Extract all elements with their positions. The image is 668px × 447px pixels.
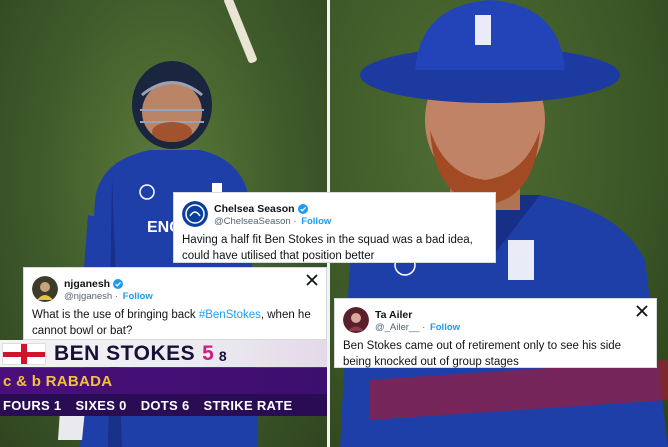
dots-value: 6 [181,397,190,413]
tweet-author-name[interactable]: Ta Ailer [375,309,412,321]
tweet-text: Ben Stokes came out of retirement only t… [343,340,622,368]
njganesh-avatar-icon[interactable] [32,275,58,302]
scorecard-balls: 8 [218,348,227,364]
fours-value: 1 [53,397,62,413]
ta-ailer-avatar-icon[interactable] [343,306,369,333]
verified-badge-icon [297,204,308,215]
tweet-header: Ta Ailer @_Ailer__ · Follow [343,305,648,334]
tweet-text-start: What is the use of bringing back [32,309,199,322]
tweet-text: What is the use of bringing back #BenSto… [32,308,318,339]
follow-button[interactable]: Follow [123,291,153,302]
scorecard-dismissal: c & b RABADA [0,368,327,394]
scorecard-player-name: BEN STOKES [54,341,196,365]
scorecard-stats: FOURS 1 SIXES 0 DOTS 6 STRIKE RATE [0,394,327,416]
tweet-handle[interactable]: @njganesh [64,291,112,302]
strike-rate-label: STRIKE RATE [203,397,293,413]
tweet-handle[interactable]: @_Ailer__ [375,322,420,333]
follow-button[interactable]: Follow [301,216,331,227]
sixes-label: SIXES [75,397,116,413]
tweet-header: njganesh @njganesh · Follow [32,274,318,303]
verified-badge-icon [113,279,124,290]
follow-button[interactable]: Follow [430,322,460,333]
tweet-card-chelsea-season[interactable]: Chelsea Season @ChelseaSeason · Follow H… [173,192,496,263]
fours-label: FOURS [3,397,50,413]
dots-label: DOTS [140,397,179,413]
tweet-card-njganesh[interactable]: njganesh @njganesh · Follow What is the … [23,267,327,340]
sixes-value: 0 [119,397,127,413]
tweet-header: Chelsea Season @ChelseaSeason · Follow [182,199,487,228]
tweet-author-name[interactable]: njganesh [64,278,124,290]
hashtag-link[interactable]: #BenStokes [199,309,261,321]
x-logo-icon[interactable] [306,274,318,286]
tweet-handle[interactable]: @ChelseaSeason [214,216,291,227]
author-name-text: njganesh [64,278,111,290]
tweet-card-ta-ailer[interactable]: Ta Ailer @_Ailer__ · Follow Ben Stokes c… [334,298,657,368]
author-name-text: Ta Ailer [375,309,413,321]
tweet-author-name[interactable]: Chelsea Season [214,203,308,215]
scorecard-runs: 5 [202,341,214,365]
author-name-text: Chelsea Season [214,203,295,215]
scorecard-header: BEN STOKES 5 8 [0,340,327,367]
x-logo-icon[interactable] [636,305,648,317]
england-flag-icon [2,342,46,365]
tweet-text: Having a half fit Ben Stokes in the squa… [182,234,473,262]
chelsea-avatar-icon[interactable] [182,200,208,227]
